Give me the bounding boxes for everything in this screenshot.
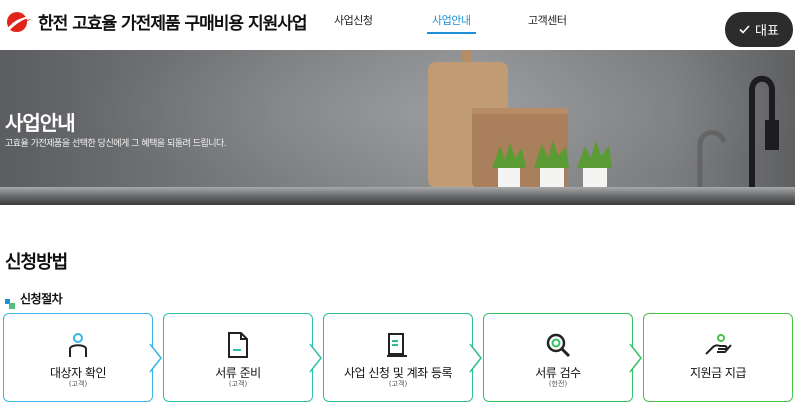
- nav-active-indicator: [427, 32, 476, 34]
- hand-money-icon: [704, 331, 732, 359]
- hero-subtitle: 고효율 가전제품을 선택한 당신에게 그 혜택을 되돌려 드립니다.: [5, 139, 227, 149]
- person-icon: [64, 331, 92, 359]
- form-icon: [384, 331, 412, 359]
- site-title: 한전 고효율 가전제품 구매비용 지원사업: [38, 14, 308, 34]
- section-title: 신청방법: [5, 252, 68, 273]
- step-note: (한전): [548, 380, 568, 388]
- hero-countertop: [0, 187, 795, 205]
- step-note: (고객): [228, 380, 248, 388]
- representative-button-label: 대표: [755, 24, 779, 39]
- chevron-right-icon: [309, 343, 322, 373]
- hero-banner: 사업안내 고효율 가전제품을 선택한 당신에게 그 혜택을 되돌려 드립니다.: [0, 50, 795, 205]
- kitchen-illustration: [428, 50, 779, 190]
- step-card-payment: 지원금 지급: [643, 313, 793, 402]
- step-card-eligibility: 대상자 확인 (고객): [3, 313, 153, 402]
- site-header: 한전 고효율 가전제품 구매비용 지원사업 사업신청 사업안내 고객센터 대표: [0, 0, 795, 50]
- magnifier-icon: [544, 331, 572, 359]
- procedure-steps: 대상자 확인 (고객) 서류 준비 (고객) 사업 신청 및 계좌 등록 (고객…: [3, 313, 795, 402]
- square-bullet-icon: [5, 294, 15, 309]
- sub-section-title: 신청절차: [5, 290, 63, 309]
- document-icon: [224, 331, 252, 359]
- nav-item-support[interactable]: 고객센터: [528, 12, 567, 28]
- site-logo[interactable]: 한전 고효율 가전제품 구매비용 지원사업: [4, 9, 308, 34]
- nav-item-guide[interactable]: 사업안내: [432, 12, 471, 28]
- step-label: 지원금 지급: [689, 366, 747, 380]
- chevron-right-icon: [629, 343, 642, 373]
- hero-title: 사업안내: [5, 111, 76, 135]
- chevron-right-icon: [469, 343, 482, 373]
- step-card-review: 서류 검수 (한전): [483, 313, 633, 402]
- step-note: (고객): [68, 380, 88, 388]
- step-card-application: 사업 신청 및 계좌 등록 (고객): [323, 313, 473, 402]
- representative-button[interactable]: 대표: [725, 12, 793, 47]
- kepco-logo-icon: [4, 11, 34, 33]
- sub-section-label: 신청절차: [20, 292, 63, 306]
- chevron-right-icon: [149, 343, 162, 373]
- nav-item-apply[interactable]: 사업신청: [334, 12, 373, 28]
- step-note: (고객): [388, 380, 408, 388]
- check-icon: [739, 25, 750, 34]
- step-card-documents: 서류 준비 (고객): [163, 313, 313, 402]
